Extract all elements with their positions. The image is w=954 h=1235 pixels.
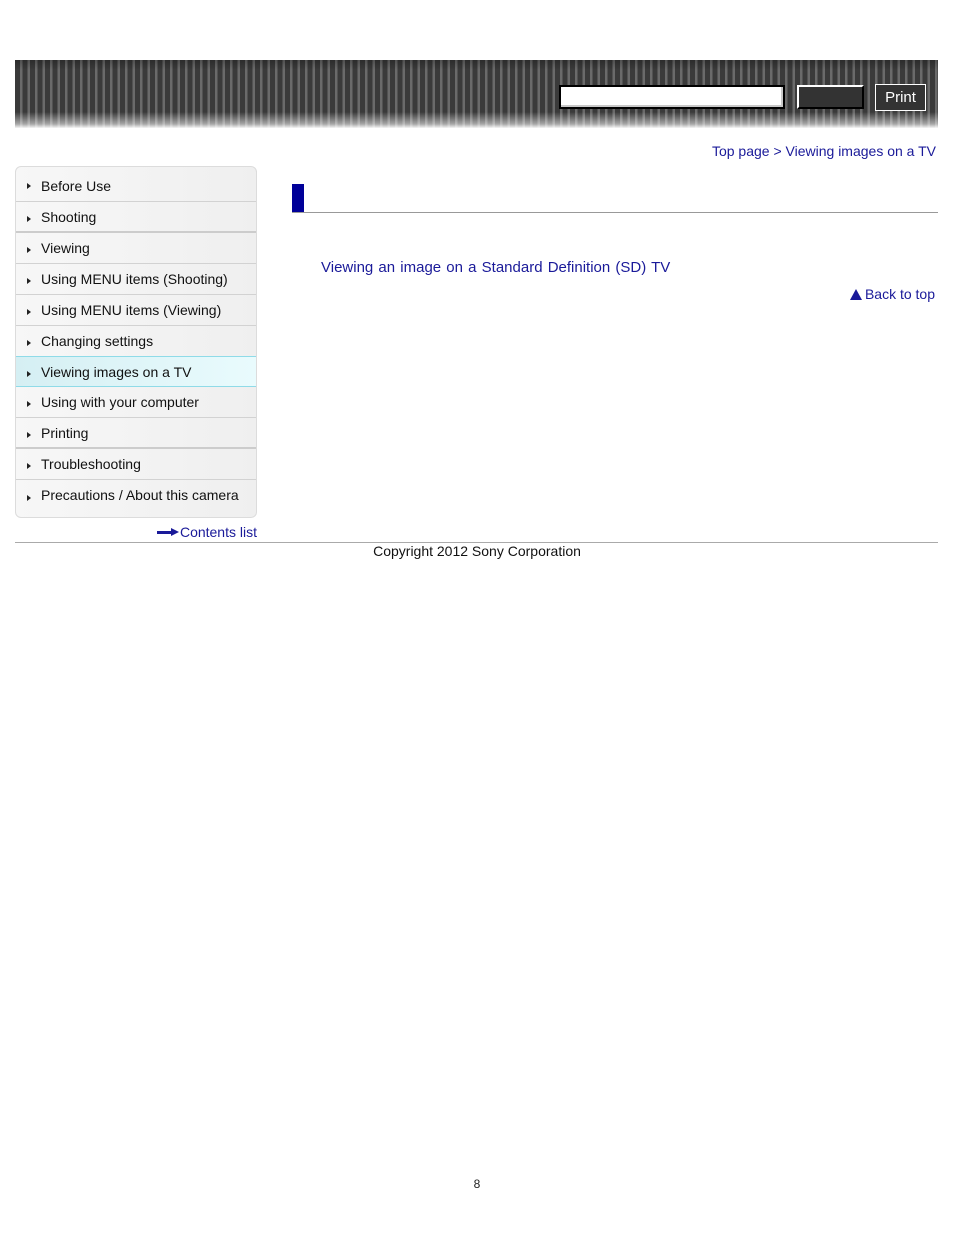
- arrow-right-icon: [156, 528, 179, 536]
- sidebar-item-label: Using MENU items (Shooting): [41, 271, 228, 287]
- breadcrumb-separator: >: [769, 143, 786, 159]
- sidebar-item-label: Changing settings: [41, 333, 154, 349]
- page-number: 8: [473, 1177, 481, 1191]
- sidebar-item-label: Viewing images on a TV: [41, 364, 192, 380]
- triangle-right-icon: [27, 247, 31, 253]
- sidebar-item-shooting[interactable]: Shooting: [16, 202, 256, 233]
- contents-list-label: Contents list: [179, 524, 257, 540]
- triangle-up-icon: [849, 288, 862, 300]
- sidebar-item-viewing[interactable]: Viewing: [16, 233, 256, 264]
- search-button[interactable]: [797, 85, 864, 109]
- sidebar-item-computer[interactable]: Using with your computer: [16, 387, 256, 418]
- sidebar-item-precautions[interactable]: Precautions / About this camera: [16, 480, 256, 511]
- triangle-right-icon: [27, 401, 31, 407]
- sidebar-item-label: Shooting: [41, 209, 97, 225]
- triangle-right-icon: [27, 309, 31, 315]
- back-to-top-label: Back to top: [864, 286, 935, 302]
- triangle-right-icon: [27, 463, 31, 469]
- sidebar-item-label: Precautions / About this camera: [41, 487, 239, 503]
- sidebar-item-menu-shooting[interactable]: Using MENU items (Shooting): [16, 264, 256, 295]
- page-title-divider: [292, 212, 938, 213]
- triangle-right-icon: [27, 340, 31, 346]
- breadcrumb-top-page[interactable]: Top page: [712, 143, 770, 159]
- sidebar-item-label: Using MENU items (Viewing): [41, 302, 222, 318]
- sidebar-item-label: Viewing: [41, 240, 90, 256]
- breadcrumb-current[interactable]: Viewing images on a TV: [786, 143, 936, 159]
- sidebar-item-label: Troubleshooting: [41, 456, 141, 472]
- sidebar-item-viewing-on-tv[interactable]: Viewing images on a TV: [16, 356, 256, 387]
- sidebar-item-changing-settings[interactable]: Changing settings: [16, 326, 256, 357]
- sidebar-nav: Before Use Shooting Viewing Using MENU i…: [15, 166, 257, 518]
- triangle-right-icon: [27, 370, 31, 377]
- sidebar-item-before-use[interactable]: Before Use: [16, 167, 256, 202]
- triangle-right-icon: [27, 278, 31, 284]
- sidebar-item-troubleshooting[interactable]: Troubleshooting: [16, 449, 256, 480]
- sidebar-item-label: Using with your computer: [41, 394, 199, 410]
- sidebar-item-label: Before Use: [41, 178, 112, 194]
- search-input[interactable]: [559, 85, 785, 109]
- topic-link-sd-tv[interactable]: Viewing an image on a Standard Definitio…: [321, 259, 670, 276]
- triangle-right-icon: [27, 494, 31, 501]
- sidebar-item-label: Printing: [41, 425, 89, 441]
- print-button[interactable]: Print: [875, 84, 926, 111]
- back-to-top-link[interactable]: Back to top: [849, 286, 935, 302]
- triangle-right-icon: [27, 431, 31, 438]
- sidebar-item-printing[interactable]: Printing: [16, 418, 256, 449]
- contents-list-link[interactable]: Contents list: [156, 524, 257, 540]
- breadcrumb: Top page > Viewing images on a TV: [712, 143, 936, 159]
- triangle-right-icon: [27, 183, 31, 189]
- copyright-text: Copyright 2012 Sony Corporation: [373, 543, 581, 559]
- page-title-accent: [292, 184, 304, 213]
- sidebar-item-menu-viewing[interactable]: Using MENU items (Viewing): [16, 295, 256, 326]
- triangle-right-icon: [27, 215, 31, 222]
